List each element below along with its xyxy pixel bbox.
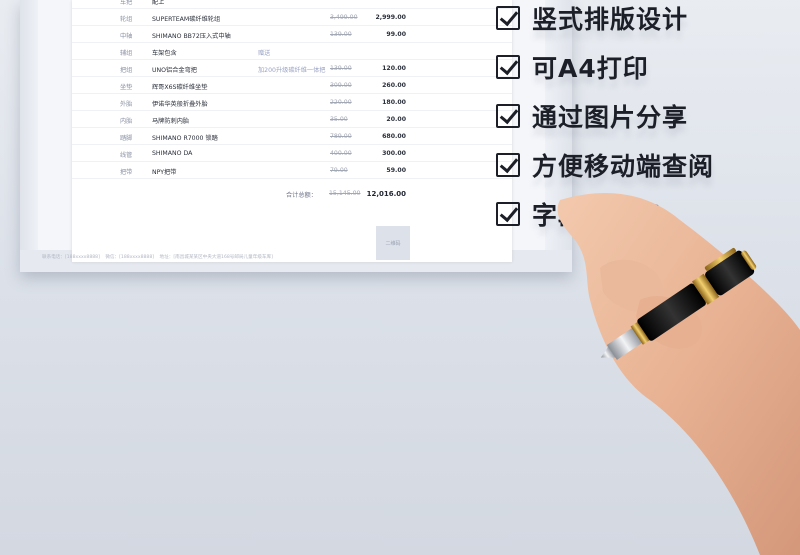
row-item: 马牌防刺内胎 [152,118,190,125]
footer-phone: 联系电话：[188xxxx8888] [42,255,100,260]
feature-item: 字段自定义 [496,194,796,234]
row-item: 车架包含 [152,50,177,57]
table-row: 内胎 马牌防刺内胎 35.00 20.00 [72,111,512,128]
pen-ring [630,322,650,345]
qr-code-placeholder: 二维码 [376,226,410,260]
footer-address: 地址：[南昌城某某区中央大道168号邮局儿童年级车库] [159,255,273,260]
row-item: SHIMANO R7000 锁踏 [152,135,218,142]
row-original-price: 309.00 [330,82,352,89]
total-original-price: 15,145.00 [329,190,361,197]
table-row: 踏脚 SHIMANO R7000 锁踏 789.00 680.00 [72,128,512,145]
row-item: 配上 [152,0,165,6]
row-category: 内胎 [120,118,133,125]
pen-barrel [637,283,706,341]
hand-shape [557,192,800,555]
row-item: SHIMANO BB72压入式中轴 [152,33,231,40]
checkbox-icon [496,153,520,177]
finger-shape [636,296,702,349]
row-category: 中轴 [120,33,133,40]
row-category: 踏脚 [120,135,133,142]
row-price: 300.00 [382,150,406,157]
row-price: 680.00 [382,133,406,140]
table-row: 把带 NPY把带 79.00 59.00 [72,162,512,179]
row-original-price: 139.00 [330,31,352,38]
feature-item: 方便移动端查阅 [496,145,796,185]
row-category: 把组 [120,67,133,74]
total-price: 12,016.00 [366,190,406,198]
row-note: 赠送 [258,50,271,57]
total-label: 合计总额： [286,192,317,199]
row-category: 外胎 [120,101,133,108]
table-row: 辅组 车架包含 赠送 [72,43,512,60]
row-note: 加200升级碳纤维一体把 [258,67,326,74]
row-item: UNO铝合金弯把 [152,67,197,74]
row-price: 120.00 [382,65,406,72]
row-item: SHIMANO DA [152,150,193,157]
row-category: 辅组 [120,50,133,57]
row-price: 2,999.00 [375,14,406,21]
row-category: 坐垫 [120,84,133,91]
table-row: 线管 SHIMANO DA 400.00 300.00 [72,145,512,162]
contact-footer: 联系电话：[188xxxx8888] 微信：[188xxxx8888] 地址：[… [42,254,342,260]
checkbox-icon [496,202,520,226]
feature-label: 竖式排版设计 [532,5,689,34]
feature-item: 竖式排版设计 [496,0,796,38]
table-row: 把组 UNO铝合金弯把 加200升级碳纤维一体把 139.00 120.00 [72,60,512,77]
row-original-price: 139.00 [330,65,352,72]
pen-band [691,273,720,305]
feature-label: 字段自定义 [532,201,663,230]
pen-grip [606,327,644,360]
row-original-price: 400.00 [330,150,352,157]
row-original-price: 3,499.00 [330,14,358,21]
row-category: 线管 [120,152,133,159]
row-original-price: 79.00 [330,167,348,174]
row-price: 260.00 [382,82,406,89]
row-original-price: 220.00 [330,99,352,106]
panel-left-edge [20,0,38,250]
row-original-price: 35.00 [330,116,348,123]
pen-cap [705,250,755,296]
feature-item: 通过图片分享 [496,96,796,136]
table-row: 中轴 SHIMANO BB72压入式中轴 139.00 99.00 [72,26,512,43]
table-row: 坐垫 辉哥X6S碳纤维坐垫 309.00 260.00 [72,77,512,94]
row-item: NPY把带 [152,169,177,176]
finger-shape [600,259,664,312]
pen-clip [704,247,736,271]
footer-wechat: 微信：[188xxxx8888] [105,255,155,260]
row-category: 把带 [120,169,133,176]
checkbox-icon [496,55,520,79]
row-category: 车把 [120,0,133,6]
table-row: 外胎 伊诺华英般折叠外胎 220.00 180.00 [72,94,512,111]
table-row: 车把 配上 [72,0,512,9]
pen-nib [600,346,617,358]
quote-sheet: 车把 配上 轮组 SUPERTEAM碳纤维轮组 3,499.00 2,999.0… [72,0,512,262]
feature-label: 通过图片分享 [532,103,689,132]
feature-item: 可A4打印 [496,47,796,87]
row-price: 20.00 [386,116,406,123]
checkbox-icon [496,6,520,30]
row-original-price: 789.00 [330,133,352,140]
pen [600,247,757,360]
row-price: 180.00 [382,99,406,106]
row-item: 辉哥X6S碳纤维坐垫 [152,84,208,91]
row-item: 伊诺华英般折叠外胎 [152,101,208,108]
row-price: 99.00 [386,31,406,38]
row-category: 轮组 [120,16,133,23]
feature-label: 方便移动端查阅 [532,152,715,181]
total-row: 合计总额： 15,145.00 12,016.00 [72,186,512,202]
qr-code-label: 二维码 [385,240,401,247]
table-row: 轮组 SUPERTEAM碳纤维轮组 3,499.00 2,999.00 [72,9,512,26]
row-price: 59.00 [386,167,406,174]
row-item: SUPERTEAM碳纤维轮组 [152,16,221,23]
feature-label: 可A4打印 [532,54,649,83]
pen-end [741,250,757,270]
checkbox-icon [496,104,520,128]
